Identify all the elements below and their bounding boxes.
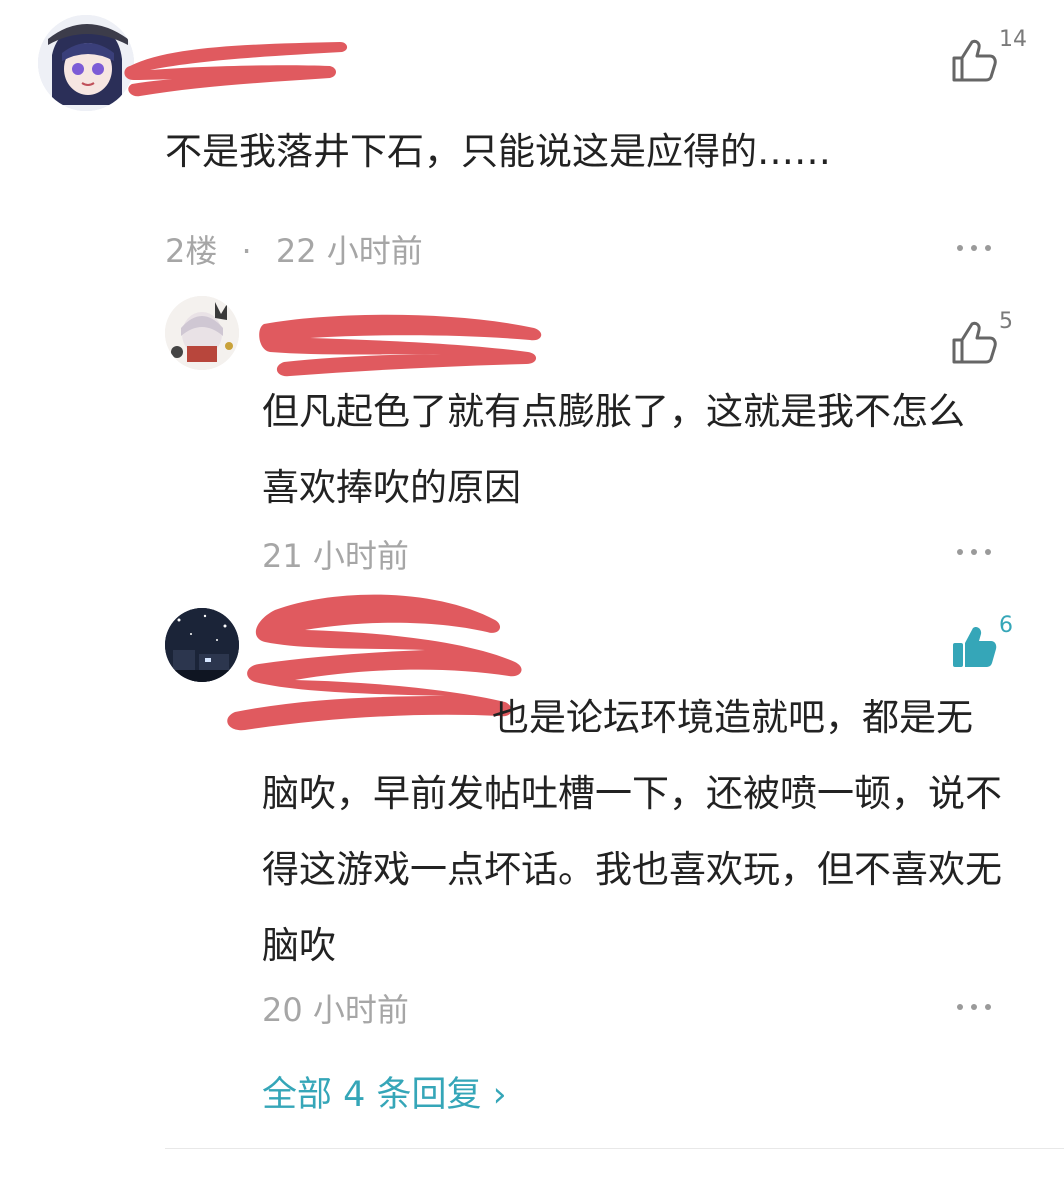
like-count: 14: [999, 27, 1027, 52]
divider: [165, 1148, 1064, 1149]
redacted-username: [259, 314, 542, 377]
view-all-replies-link[interactable]: 全部 4 条回复 ›: [262, 1066, 507, 1117]
redacted-username: [124, 42, 348, 97]
comment-meta: 2楼 · 22 小时前: [165, 226, 423, 272]
more-dots-icon[interactable]: [957, 1002, 997, 1012]
floor-number: 2楼: [165, 232, 218, 270]
like-count: 6: [999, 613, 1013, 638]
more-dots-icon[interactable]: [957, 243, 997, 253]
comment-content: 不是我落井下石，只能说这是应得的……: [165, 130, 831, 173]
timestamp: 20 小时前: [262, 991, 409, 1029]
timestamp: 21 小时前: [262, 537, 409, 575]
like-count: 5: [999, 309, 1013, 334]
more-dots-icon[interactable]: [957, 547, 997, 557]
thumbs-up-outline-icon: [952, 321, 997, 364]
comment-content: 也是论坛环境造就吧，都是无脑吹，早前发帖吐槽一下，还被喷一顿，说不得这游戏一点坏…: [262, 696, 1002, 967]
like-button[interactable]: [950, 624, 998, 670]
comment-content: 但凡起色了就有点膨胀了，这就是我不怎么喜欢捧吹的原因: [262, 390, 965, 509]
avatar-image: [165, 296, 239, 370]
like-button[interactable]: [950, 320, 998, 366]
thumbs-up-filled-icon: [953, 626, 997, 667]
like-button[interactable]: [950, 38, 998, 84]
meta-separator: ·: [241, 232, 252, 270]
thumbs-up-outline-icon: [952, 39, 997, 82]
timestamp: 22 小时前: [275, 232, 423, 270]
avatar[interactable]: [165, 296, 239, 370]
